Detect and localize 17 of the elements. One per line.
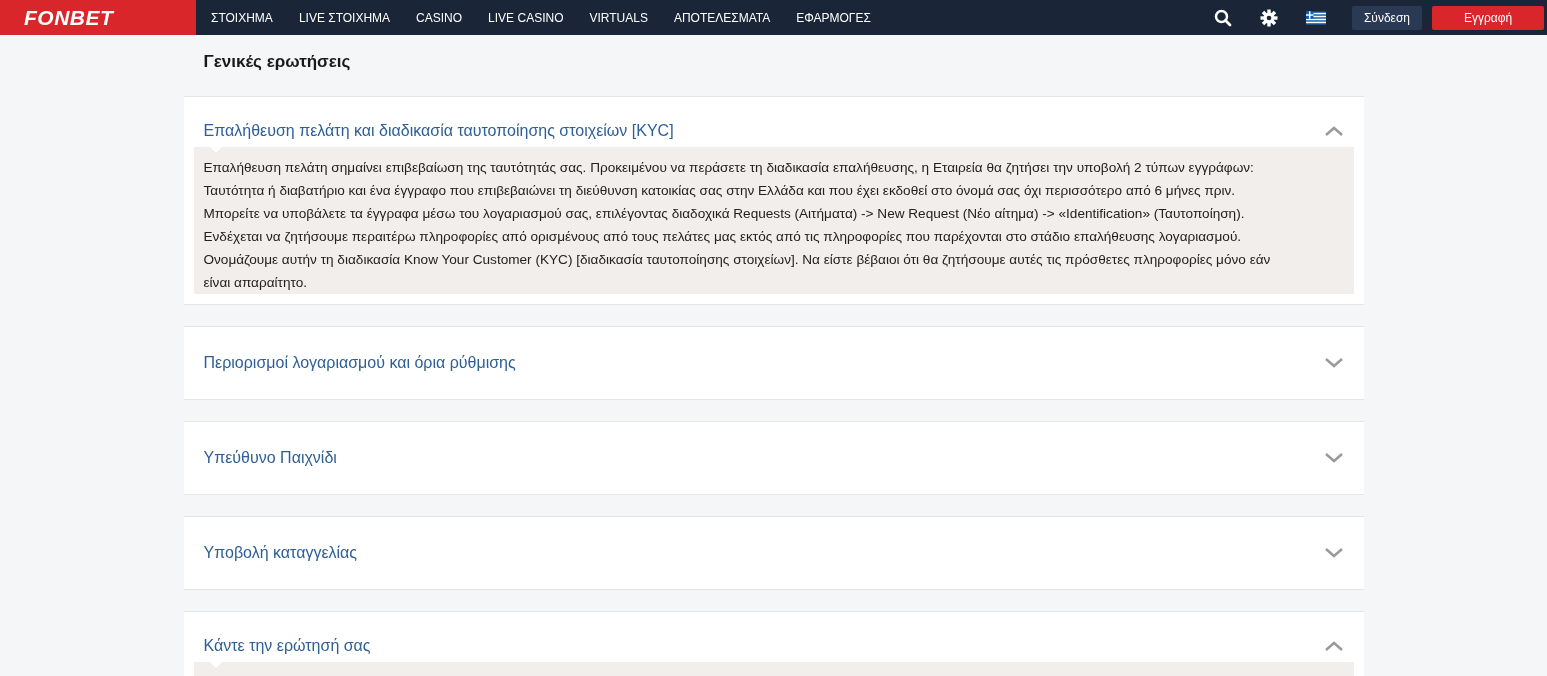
login-button[interactable]: Σύνδεση — [1351, 5, 1422, 30]
faq-header[interactable]: Υπεύθυνο Παιχνίδι — [183, 422, 1364, 494]
nav-link[interactable]: VIRTUALS — [576, 10, 661, 25]
nav-link[interactable]: ΕΦΑΡΜΟΓΕΣ — [783, 10, 884, 25]
nav-link[interactable]: CASINO — [403, 10, 476, 25]
faq-header[interactable]: Υποβολή καταγγελίας — [183, 517, 1364, 589]
nav-link[interactable]: ΑΠΟΤΕΛΕΣΜΑΤΑ — [660, 10, 784, 25]
faq-header[interactable]: Κάντε την ερώτησή σας — [183, 612, 1364, 662]
answer-text: Επαλήθευση πελάτη σημαίνει επιβεβαίωση της ταυτότητάς σας. Προκειμένου να περάσετε τη διαδικασία επαλήθευσης, η Εταιρεία θα ζητήσει την υποβολή 2 τύπων εγγράφων: Ταυτότητα ή διαβατήριο και ένα έγγραφο που επιβεβαιώνει τη διεύθυνση κατοικίας σας στην Ελλάδα και που έχει εκδοθεί στο όνομά σας όχι περισσότερο από 6 μήνες πριν. Μπορείτε να υποβάλετε τα έγγραφα μέσω του λογαριασμού σας, επιλέγοντας διαδοχικά Requests (Αιτήματα) -> New Request (Νέο αίτημα) -> «Identification» (Ταυτοποίηση). Ενδέχεται να ζητήσουμε περαιτέρω πληροφορίες από ορισμένους από τους πελάτες μας εκτός από τις πληροφορίες που παρέχονται στο στάδιο επαλήθευσης λογαριασμού. Ονομάζουμε αυτήν τη διαδικασία Know Your Customer (KYC) [διαδικασία ταυτοποίησης στοιχείων]. Να είστε βέβαιοι ότι θα ζητήσουμε αυτές τις πρόσθετες πληροφορίες μόνο εάν είναι απαραίτητο. — [193, 147, 1354, 294]
logo[interactable]: FONBET — [0, 0, 196, 35]
faq-header[interactable]: Περιορισμοί λογαριασμού και όρια ρύθμισης — [183, 327, 1364, 399]
nav-link[interactable]: LIVE CASINO — [475, 10, 577, 25]
faq-header[interactable]: Επαλήθευση πελάτη και διαδικασία ταυτοποίησης στοιχείων [KYC] — [183, 97, 1364, 147]
nav-link[interactable]: ΣΤΟΙΧΗΜΑ — [198, 10, 286, 25]
nav-link[interactable]: LIVE ΣΤΟΙΧΗΜΑ — [285, 10, 404, 25]
page-title: Γενικές ερωτήσεις — [202, 51, 352, 73]
register-button[interactable]: Εγγραφή — [1432, 5, 1544, 30]
